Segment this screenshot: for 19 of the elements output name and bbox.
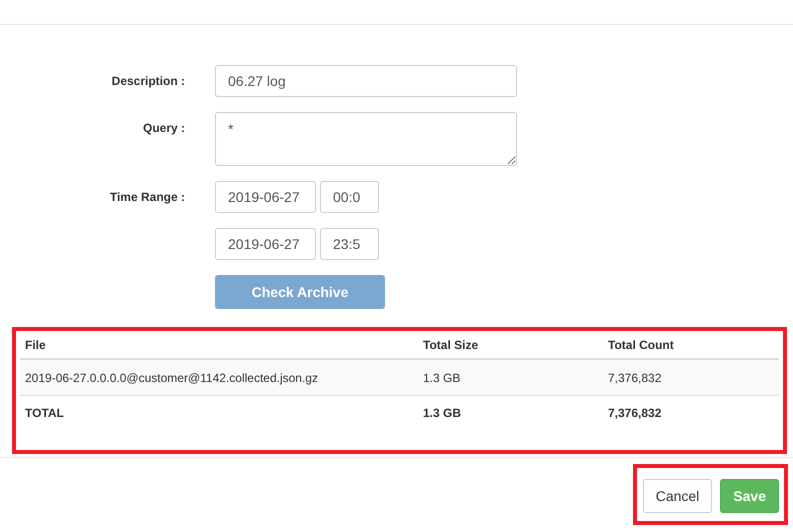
time-field[interactable]: 23:5 (320, 228, 379, 260)
date-field[interactable]: 2019-06-27 (215, 228, 316, 260)
cancel-button[interactable]: Cancel (642, 479, 712, 513)
table-cell-text: 1.3 GB (423, 370, 462, 384)
field-label: Description : (110, 73, 185, 88)
table-cell-text: 2019-06-27.0.0.0.0@customer@1142.collected.json.gz (25, 370, 319, 384)
description-field[interactable]: 06.27 log (215, 65, 517, 97)
column-header: File (25, 338, 47, 352)
table-cell-text: TOTAL (25, 406, 65, 420)
date-field[interactable]: 2019-06-27 (215, 181, 316, 213)
query-field[interactable]: * (215, 112, 517, 166)
column-header: Total Size (423, 338, 480, 352)
table-cell: 7,376,832 (608, 370, 662, 384)
table-cell-text: 1.3 GB (423, 406, 462, 420)
field-label: Query : (142, 120, 185, 135)
column-header: Total Count (608, 338, 674, 352)
field-label: Time Range : (108, 189, 185, 204)
time-field[interactable]: 00:0 (320, 181, 379, 213)
table-cell: 7,376,832 (608, 406, 662, 420)
